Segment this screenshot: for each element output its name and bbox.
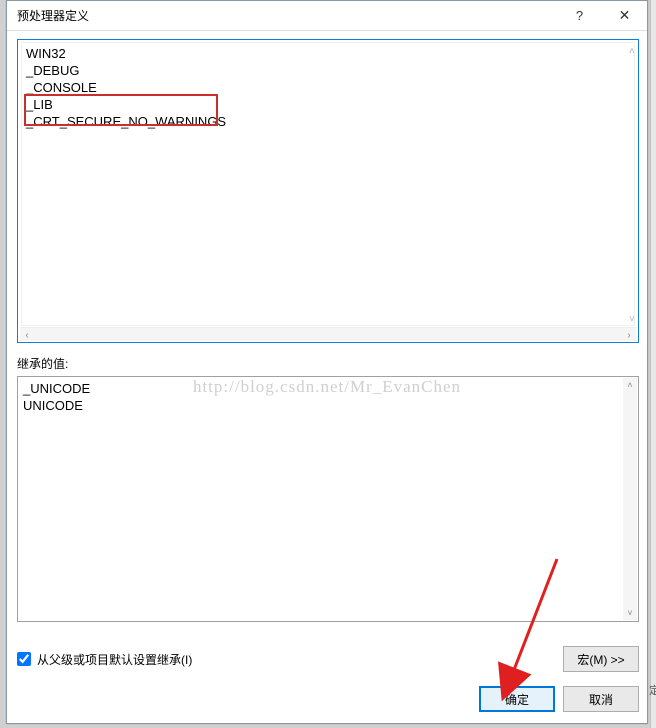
scroll-down-icon[interactable]: ˅	[623, 606, 637, 620]
definition-line[interactable]: _CRT_SECURE_NO_WARNINGS	[26, 113, 630, 130]
inherited-line: UNICODE	[23, 397, 620, 414]
horizontal-scrollbar[interactable]: ‹ ›	[20, 327, 636, 341]
preprocessor-definitions-dialog: 预处理器定义 ? ✕ WIN32 _DEBUG _CONSOLE _LIB _C…	[6, 0, 648, 724]
dialog-body: WIN32 _DEBUG _CONSOLE _LIB _CRT_SECURE_N…	[7, 31, 647, 722]
scroll-right-icon[interactable]: ›	[622, 328, 636, 342]
help-icon: ?	[576, 8, 583, 23]
macro-button[interactable]: 宏(M) >>	[563, 646, 639, 672]
ok-button[interactable]: 确定	[479, 686, 555, 712]
definitions-text[interactable]: WIN32 _DEBUG _CONSOLE _LIB _CRT_SECURE_N…	[21, 42, 635, 326]
definition-line[interactable]: _CONSOLE	[26, 79, 630, 96]
inherited-values-box: _UNICODE UNICODE ˄ ˅	[17, 376, 639, 622]
close-button[interactable]: ✕	[602, 1, 647, 31]
scroll-left-icon[interactable]: ‹	[20, 328, 34, 342]
definitions-editor[interactable]: WIN32 _DEBUG _CONSOLE _LIB _CRT_SECURE_N…	[17, 39, 639, 343]
action-row: 确定 取消	[17, 686, 639, 712]
bg-char: 定	[649, 682, 656, 698]
cancel-button[interactable]: 取消	[563, 686, 639, 712]
cancel-button-label: 取消	[589, 691, 613, 708]
definition-line[interactable]: _LIB	[26, 96, 630, 113]
help-button[interactable]: ?	[557, 1, 602, 31]
close-icon: ✕	[619, 7, 631, 24]
inherit-checkbox-wrap[interactable]: 从父级或项目默认设置继承(I)	[17, 651, 192, 668]
titlebar: 预处理器定义 ? ✕	[7, 1, 647, 31]
ok-button-label: 确定	[505, 691, 529, 708]
inherited-line: _UNICODE	[23, 380, 620, 397]
scroll-up-icon[interactable]: ˄	[623, 378, 637, 392]
macro-button-label: 宏(M) >>	[577, 651, 624, 668]
dialog-title: 预处理器定义	[7, 7, 557, 24]
definition-line[interactable]: _DEBUG	[26, 62, 630, 79]
inherit-checkbox[interactable]	[17, 652, 31, 666]
inherited-values-text: _UNICODE UNICODE	[21, 380, 622, 618]
vertical-scrollbar[interactable]: ˄ ˅	[623, 378, 637, 620]
inherited-values-label: 继承的值:	[17, 355, 637, 372]
definition-line[interactable]: WIN32	[26, 45, 630, 62]
background-window-edge: 定	[650, 0, 656, 728]
options-row: 从父级或项目默认设置继承(I) 宏(M) >>	[17, 646, 639, 672]
inherit-checkbox-label[interactable]: 从父级或项目默认设置继承(I)	[37, 651, 192, 668]
